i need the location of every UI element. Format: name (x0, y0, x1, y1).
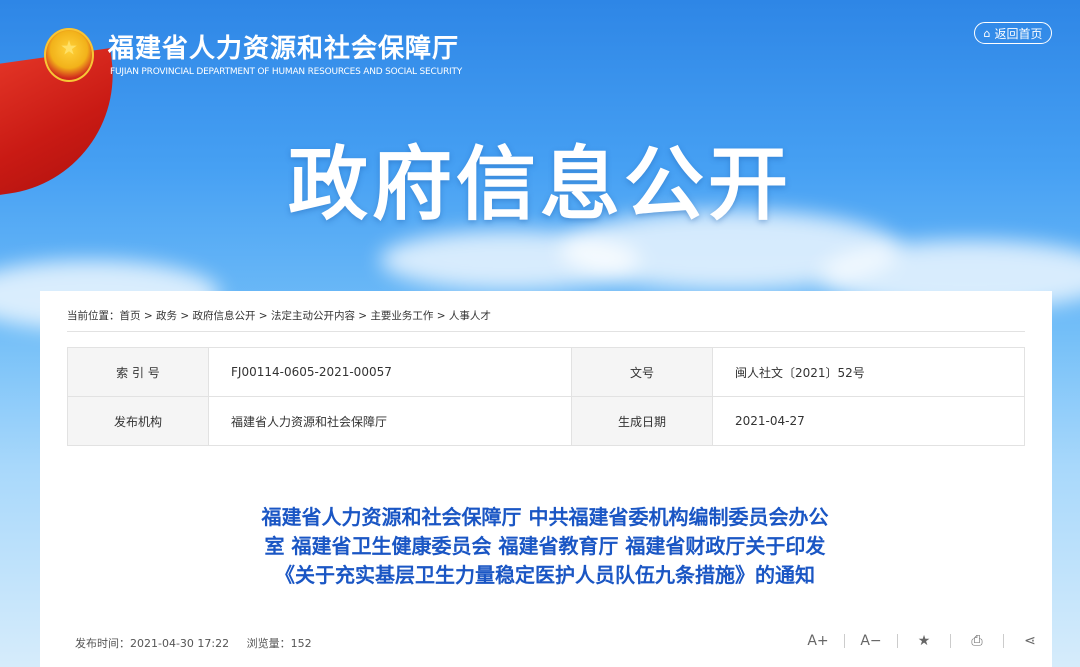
breadcrumb-separator: > (255, 310, 271, 322)
docno-value: 闽人社文〔2021〕52号 (712, 347, 1025, 397)
breadcrumb: 当前位置：首页 > 政务 > 政府信息公开 > 法定主动公开内容 > 主要业务工… (67, 308, 491, 323)
favorite-star-icon[interactable]: ★ (910, 633, 938, 649)
font-increase-button[interactable]: A+ (804, 633, 832, 649)
date-label: 生成日期 (571, 396, 713, 446)
index-label: 索 引 号 (67, 347, 209, 397)
toolbar-divider (950, 634, 951, 648)
national-emblem-icon (44, 28, 94, 82)
document-title-line: 福建省人力资源和社会保障厅 中共福建省委机构编制委员会办公 (261, 505, 829, 529)
breadcrumb-separator: > (176, 310, 193, 322)
breadcrumb-separator: > (354, 310, 371, 322)
docno-label: 文号 (571, 347, 713, 397)
back-home-label: 返回首页 (994, 26, 1043, 41)
breadcrumb-item-main-business[interactable]: 主要业务工作 (370, 310, 433, 322)
document-meta-table: 索 引 号 FJ00114-0605-2021-00057 文号 闽人社文〔20… (67, 347, 1025, 446)
document-title: 福建省人力资源和社会保障厅 中共福建省委机构编制委员会办公 室 福建省卫生健康委… (200, 503, 890, 590)
breadcrumb-item-home[interactable]: 首页 (120, 310, 141, 322)
font-decrease-button[interactable]: A− (857, 633, 885, 649)
banner-title: 政府信息公开 (288, 138, 792, 231)
divider (67, 331, 1025, 332)
document-title-line: 《关于充实基层卫生力量稳定医护人员队伍九条措施》的通知 (275, 563, 815, 587)
site-title: 福建省人力资源和社会保障厅 (108, 34, 460, 64)
date-value: 2021-04-27 (712, 396, 1025, 446)
publisher-label: 发布机构 (67, 396, 209, 446)
site-subtitle: FUJIAN PROVINCIAL DEPARTMENT OF HUMAN RE… (110, 67, 463, 77)
breadcrumb-item-affairs[interactable]: 政务 (156, 310, 177, 322)
toolbar-divider (844, 634, 845, 648)
back-home-button[interactable]: ⌂ 返回首页 (974, 22, 1052, 44)
toolbar-divider (1003, 634, 1004, 648)
view-count: 浏览量：152 (246, 637, 312, 650)
table-row: 发布机构 福建省人力资源和社会保障厅 生成日期 2021-04-27 (67, 396, 1025, 446)
content-card: 当前位置：首页 > 政务 > 政府信息公开 > 法定主动公开内容 > 主要业务工… (40, 291, 1052, 667)
breadcrumb-separator: > (433, 310, 449, 322)
breadcrumb-item-statutory[interactable]: 法定主动公开内容 (271, 310, 355, 322)
breadcrumb-separator: > (140, 310, 156, 322)
publish-info: 发布时间：2021-04-30 17:22 浏览量：152 (75, 635, 326, 651)
publisher-value: 福建省人力资源和社会保障厅 (208, 396, 572, 446)
share-icon[interactable]: ⋖ (1016, 633, 1044, 649)
publish-time: 发布时间：2021-04-30 17:22 (75, 637, 230, 650)
breadcrumb-item-info-disclosure[interactable]: 政府信息公开 (192, 310, 255, 322)
toolbar-divider (897, 634, 898, 648)
index-value: FJ00114-0605-2021-00057 (208, 347, 572, 397)
table-row: 索 引 号 FJ00114-0605-2021-00057 文号 闽人社文〔20… (67, 347, 1025, 397)
print-icon[interactable]: ⎙ (963, 633, 991, 649)
article-toolbar: A+ A− ★ ⎙ ⋖ (804, 633, 1044, 649)
home-icon: ⌂ (983, 26, 991, 40)
breadcrumb-item-personnel[interactable]: 人事人才 (449, 310, 491, 322)
document-title-line: 室 福建省卫生健康委员会 福建省教育厅 福建省财政厅关于印发 (264, 534, 826, 558)
breadcrumb-prefix: 当前位置： (67, 310, 120, 322)
